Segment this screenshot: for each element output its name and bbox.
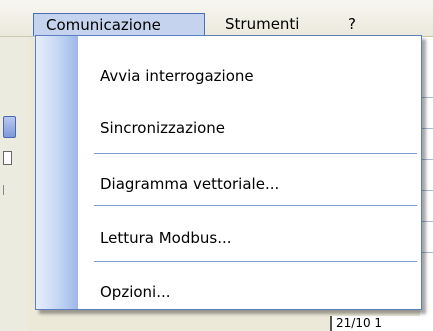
menu-separator (94, 153, 417, 154)
menu-separator (94, 261, 417, 262)
tree-node-icon (3, 151, 12, 165)
menu-bar: Comunicazione Strumenti ? (0, 0, 433, 37)
menu-item-diagramma-vettoriale[interactable]: Diagramma vettoriale... (100, 172, 279, 196)
menu-item-sincronizzazione[interactable]: Sincronizzazione (100, 116, 225, 140)
menu-item-avvia-interrogazione[interactable]: Avvia interrogazione (100, 64, 254, 88)
menu-separator (94, 205, 417, 206)
menu-help[interactable]: ? (336, 13, 368, 36)
menu-icon-strip (36, 36, 78, 309)
menu-item-opzioni[interactable]: Opzioni... (100, 280, 171, 304)
menu-item-lettura-modbus[interactable]: Lettura Modbus... (100, 226, 232, 250)
tree-line-icon (3, 185, 11, 195)
background-toolbar (0, 37, 28, 331)
background-date-cell: 21/10 1 (330, 316, 433, 331)
menu-comunicazione[interactable]: Comunicazione (33, 13, 205, 36)
toolbar-button-icon (3, 116, 16, 138)
menu-strumenti[interactable]: Strumenti (213, 13, 311, 36)
comunicazione-dropdown: Avvia interrogazione Sincronizzazione Di… (35, 35, 422, 310)
